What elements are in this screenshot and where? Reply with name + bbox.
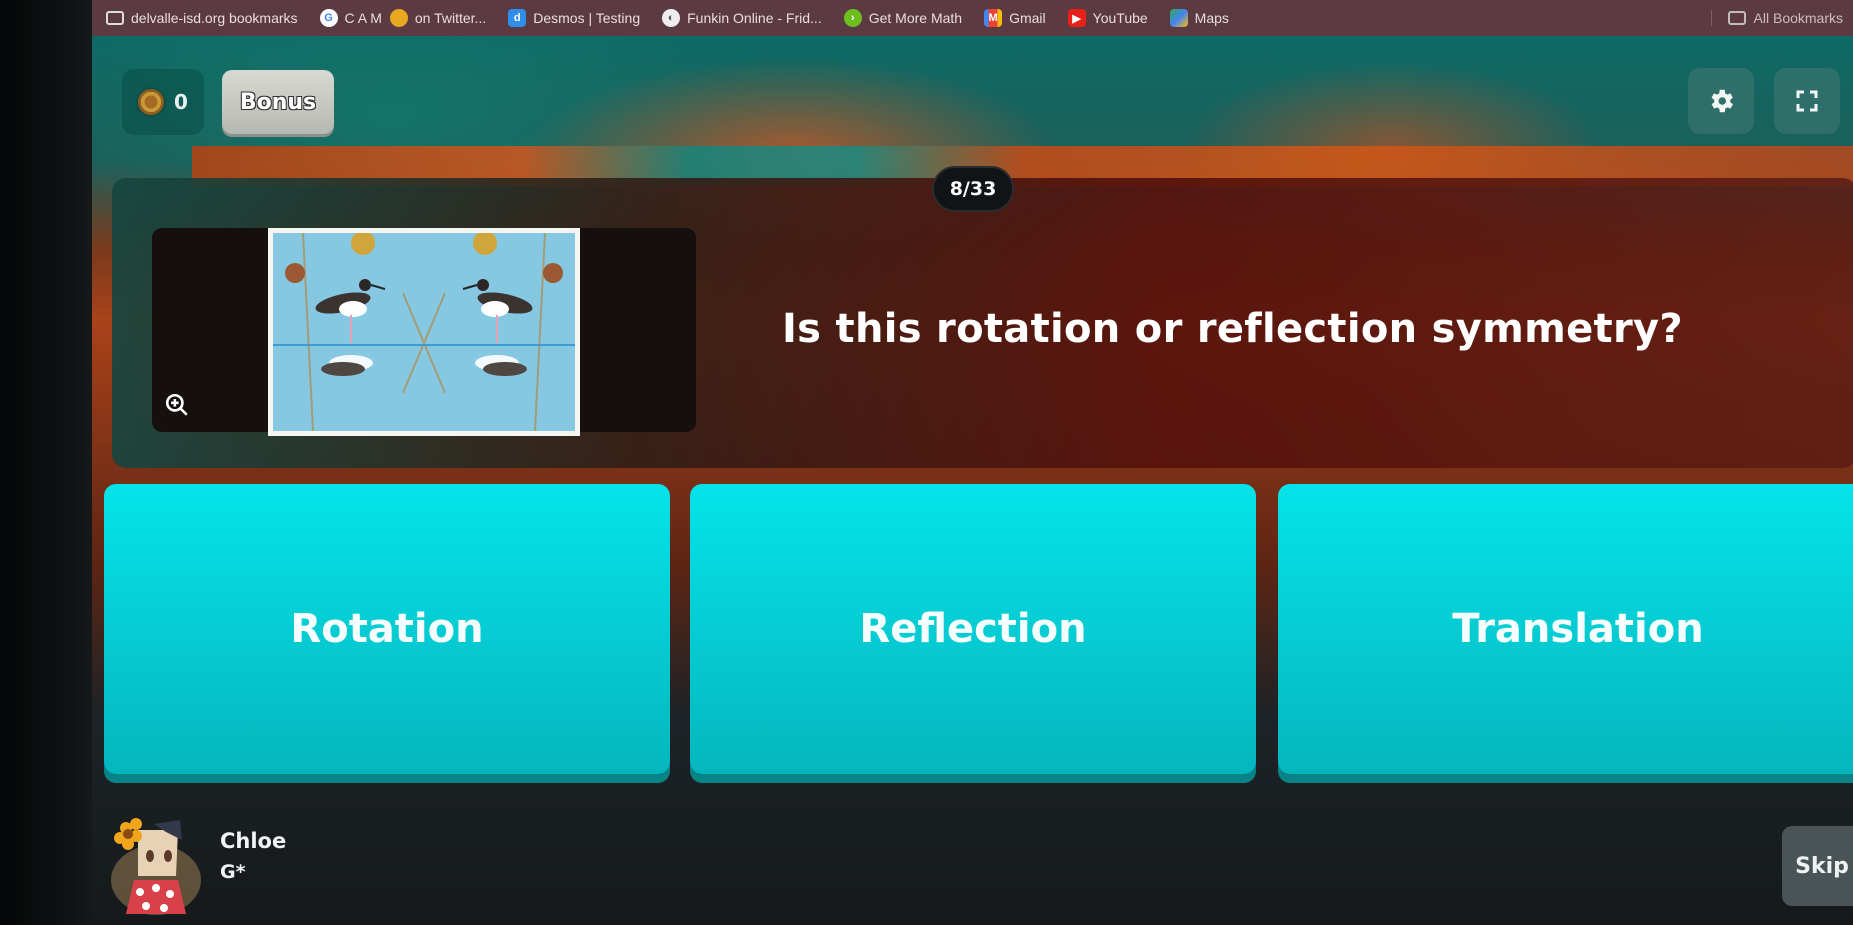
twitter-emoji-icon [389,9,408,27]
zoom-in-icon [165,393,188,416]
fullscreen-button[interactable] [1774,68,1840,134]
maps-icon [1169,9,1188,27]
bookmark-twitter[interactable]: on Twitter... [389,9,486,27]
folder-icon [106,11,124,25]
skip-button[interactable]: Skip [1782,826,1853,906]
screen-bezel [0,0,92,925]
bookmarks-bar: delvalle-isd.org bookmarks G C A M on Tw… [92,0,1853,36]
bookmark-get-more-math[interactable]: › Get More Math [843,9,962,27]
answer-label: Rotation [290,606,484,652]
bookmark-delvalle[interactable]: delvalle-isd.org bookmarks [106,10,298,26]
answer-label: Translation [1452,606,1704,652]
player-name: Chloe [220,829,287,853]
answer-option-rotation[interactable]: Rotation [104,484,670,774]
bookmark-desmos[interactable]: d Desmos | Testing [508,9,640,27]
question-counter: 8/33 [932,166,1014,212]
player-initial: G* [220,861,246,883]
bonus-button[interactable]: Bonus [222,70,334,134]
folder-icon [1727,11,1746,25]
question-image[interactable] [268,228,580,436]
bookmark-gmail[interactable]: M Gmail [984,9,1046,27]
gmail-icon: M [984,9,1003,27]
bird-reflection-image [273,233,575,431]
youtube-icon: ▶ [1067,9,1086,27]
bookmark-cam[interactable]: G C A M [319,9,382,27]
google-icon: G [319,9,338,27]
question-text: Is this rotation or reflection symmetry? [782,306,1683,352]
coin-count: 0 [174,90,188,114]
gear-icon [1711,89,1733,113]
bookmark-youtube[interactable]: ▶ YouTube [1067,9,1148,27]
settings-button[interactable] [1688,68,1754,134]
answer-option-translation[interactable]: Translation [1278,484,1853,774]
zoom-in-button[interactable] [164,392,190,418]
get-more-math-icon: › [843,9,862,27]
game-stage: 0 Bonus 8/33 Is this rotation or reflect… [92,36,1853,925]
divider [1710,10,1712,26]
fullscreen-icon [1796,90,1818,112]
bookmark-funkin[interactable]: ◐ Funkin Online - Frid... [662,9,822,27]
globe-icon: ◐ [662,9,681,27]
bookmark-maps[interactable]: Maps [1169,9,1229,27]
all-bookmarks[interactable]: All Bookmarks [1710,10,1843,26]
desmos-icon: d [508,9,527,27]
player-avatar [106,810,206,920]
coin-counter: 0 [122,69,204,135]
answer-option-reflection[interactable]: Reflection [690,484,1256,774]
coin-icon [138,89,165,115]
avatar-character-icon [111,818,201,915]
answer-label: Reflection [859,606,1087,652]
